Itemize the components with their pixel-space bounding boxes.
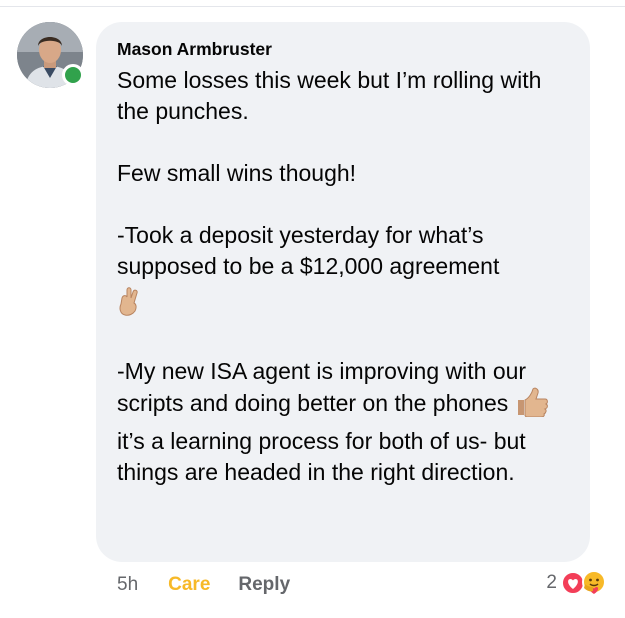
comment-line: -Took a deposit yesterday for what’s sup… [117, 222, 500, 279]
reaction-summary[interactable]: 2 [546, 570, 607, 596]
comment-body: Some losses this week but I’m rolling wi… [117, 65, 570, 488]
avatar[interactable] [17, 22, 84, 88]
reply-button[interactable]: Reply [238, 574, 290, 596]
comment-line: Few small wins though! [117, 160, 357, 186]
care-button[interactable]: Care [168, 574, 210, 596]
comment-timestamp[interactable]: 5h [117, 574, 138, 596]
crossed-fingers-emoji-icon [117, 286, 570, 325]
comment-bubble: Mason Armbruster Some losses this week b… [96, 22, 590, 562]
comment-line-text: it’s a learning process for both of us- … [117, 428, 526, 485]
online-status-indicator [62, 64, 84, 86]
comment-author[interactable]: Mason Armbruster [117, 38, 570, 60]
comment-line: -My new ISA agent is improving with our … [117, 356, 570, 488]
thumbs-up-emoji-icon [515, 387, 549, 426]
comment-line: Some losses this week but I’m rolling wi… [117, 67, 542, 124]
top-divider [0, 6, 625, 7]
reaction-count: 2 [546, 572, 557, 593]
comment-line-text: -My new ISA agent is improving with our … [117, 358, 527, 416]
comment-actions: 5h Care Reply [117, 574, 290, 596]
care-icon [582, 570, 606, 594]
